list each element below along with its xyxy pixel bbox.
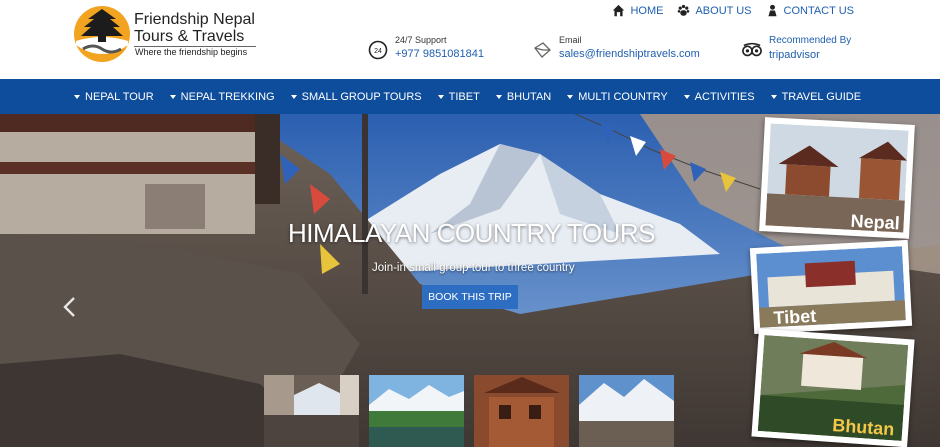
chevron-down-icon (495, 94, 502, 99)
tripadvisor-badge[interactable]: Recommended By tripadvisor (742, 35, 851, 61)
thumbnail-1[interactable] (264, 375, 359, 447)
topnav-contact-label: CONTACT US (783, 4, 855, 17)
slider-prev-arrow-icon[interactable] (62, 296, 78, 318)
email-contact[interactable]: Email sales@friendshiptravels.com (532, 35, 700, 60)
nav-label: BHUTAN (506, 90, 552, 103)
nav-tibet[interactable]: TIBET (437, 90, 480, 103)
nav-label: TIBET (448, 90, 480, 103)
book-trip-button[interactable]: BOOK THIS TRIP (422, 285, 518, 309)
nav-nepal-trekking[interactable]: NEPAL TREKKING (169, 90, 275, 103)
nav-small-group-tours[interactable]: SMALL GROUP TOURS (290, 90, 422, 103)
envelope-icon (534, 42, 551, 58)
thumbnail-2[interactable] (369, 375, 464, 447)
tripadvisor-label: tripadvisor (769, 49, 820, 61)
nav-multi-country[interactable]: MULTI COUNTRY (567, 90, 668, 103)
top-nav: HOME ABOUT US CONTACT US (612, 4, 854, 17)
thumbnail-image (369, 375, 464, 447)
tripadvisor-owl-icon (742, 42, 762, 57)
polaroid-nepal[interactable]: Nepal (759, 117, 915, 239)
chevron-down-icon (683, 94, 690, 99)
thumbnail-image (579, 375, 674, 447)
chevron-down-icon (437, 94, 444, 99)
polaroid-bhutan-label: Bhutan (831, 415, 895, 440)
polaroid-tibet[interactable]: Tibet (749, 239, 913, 335)
polaroid-nepal-label: Nepal (850, 210, 901, 234)
chevron-down-icon (74, 94, 80, 99)
topnav-home-link[interactable]: HOME (612, 4, 663, 17)
nav-label: SMALL GROUP TOURS (301, 90, 422, 103)
site-header: Friendship Nepal Tours & Travels Where t… (0, 0, 940, 79)
chevron-down-icon (290, 94, 297, 99)
polaroid-bhutan[interactable]: Bhutan (751, 328, 915, 447)
thumbnail-image (474, 375, 569, 447)
topnav-home-label: HOME (630, 4, 664, 17)
brand-tagline: Where the friendship begins (135, 47, 248, 57)
thumbnail-3[interactable] (474, 375, 569, 447)
nav-label: ACTIVITIES (694, 90, 755, 103)
logo-emblem-icon (74, 6, 130, 62)
recommended-label: Recommended By (769, 35, 852, 46)
email-address[interactable]: sales@friendshiptravels.com (559, 48, 700, 60)
nav-label: MULTI COUNTRY (578, 90, 668, 103)
nav-bhutan[interactable]: BHUTAN (495, 90, 552, 103)
svg-text:24: 24 (374, 48, 382, 55)
hero-slider: HIMALAYAN COUNTRY TOURS Join-in small gr… (0, 114, 940, 447)
support-label: 24/7 Support (395, 35, 447, 45)
thumbnail-image (264, 375, 359, 447)
slider-thumbnails (264, 375, 674, 447)
topnav-contact-link[interactable]: CONTACT US (766, 4, 855, 17)
hero-title: HIMALAYAN COUNTRY TOURS (288, 218, 656, 248)
brand-logo[interactable]: Friendship Nepal Tours & Travels Where t… (73, 5, 273, 67)
chevron-down-icon (567, 94, 574, 99)
email-label: Email (559, 35, 582, 45)
chevron-down-icon (169, 94, 176, 99)
phone-24-icon: 24 (368, 40, 388, 60)
nav-label: TRAVEL GUIDE (781, 90, 862, 103)
polaroid-tibet-label: Tibet (773, 305, 817, 329)
home-icon (613, 4, 625, 17)
topnav-about-label: ABOUT US (695, 4, 752, 17)
nav-nepal-tour[interactable]: NEPAL TOUR (74, 91, 154, 103)
chevron-down-icon (770, 94, 777, 99)
main-nav: NEPAL TOUR NEPAL TREKKING SMALL GROUP TO… (0, 79, 940, 114)
thumbnail-4[interactable] (579, 375, 674, 447)
nav-activities[interactable]: ACTIVITIES (683, 90, 755, 103)
nav-label: NEPAL TREKKING (180, 90, 275, 103)
brand-name-line2: Tours & Travels (134, 28, 245, 45)
nav-travel-guide[interactable]: TRAVEL GUIDE (770, 90, 862, 103)
hero-subtitle: Join-in small group tour to three countr… (372, 262, 575, 274)
nav-label: NEPAL TOUR (85, 90, 154, 103)
support-contact[interactable]: 24 24/7 Support +977 9851081841 (368, 35, 484, 60)
paw-icon (678, 4, 690, 16)
brand-name-line1: Friendship Nepal (134, 11, 255, 28)
support-phone[interactable]: +977 9851081841 (395, 48, 484, 60)
person-icon (767, 4, 777, 17)
topnav-about-link[interactable]: ABOUT US (677, 4, 752, 17)
